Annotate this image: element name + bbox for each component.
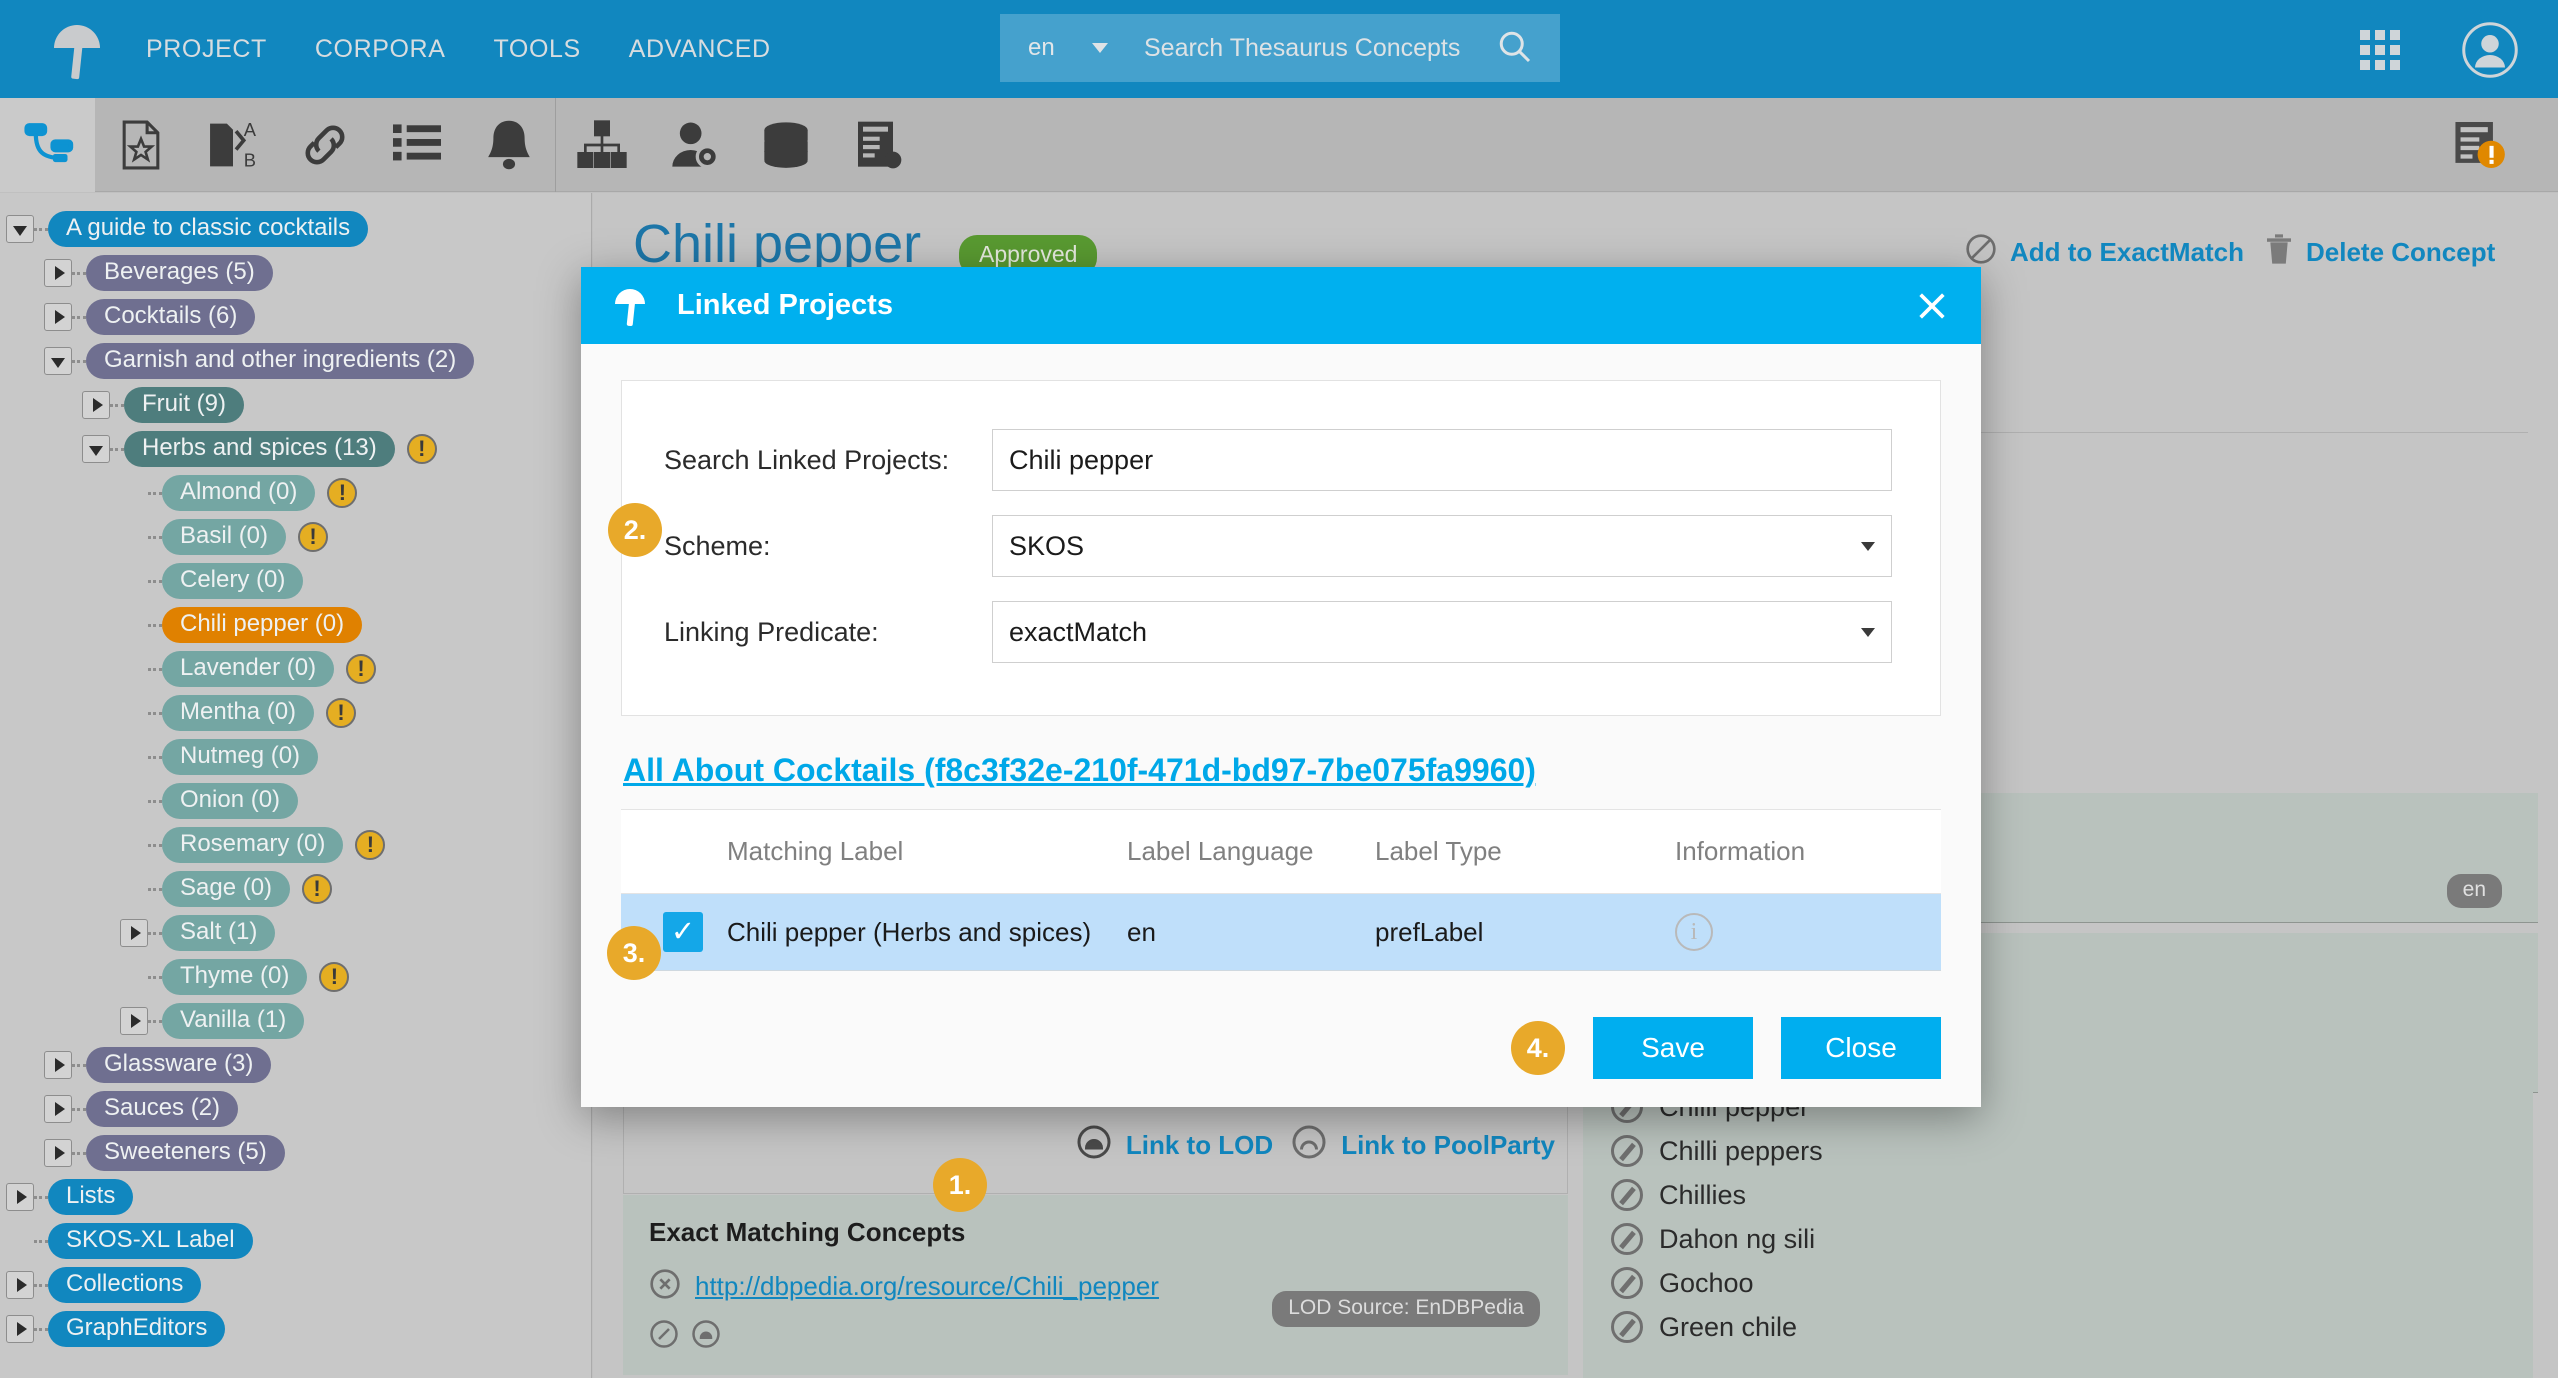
col-header-label-type: Label Type [1375, 810, 1675, 894]
step-badge-1: 1. [933, 1158, 987, 1212]
form-row-search: Search Linked Projects: Chili pepper [622, 417, 1940, 503]
linking-predicate-select[interactable]: exactMatch [992, 601, 1892, 663]
step-badge-4: 4. [1511, 1021, 1565, 1075]
search-linked-projects-input[interactable]: Chili pepper [992, 429, 1892, 491]
cell-matching-label: Chili pepper (Herbs and spices) [727, 894, 1127, 971]
table-header-row: Matching Label Label Language Label Type… [621, 810, 1941, 894]
linking-predicate-value: exactMatch [1009, 617, 1147, 648]
cell-label-language: en [1127, 894, 1375, 971]
dialog-footer: 4. Save Close [581, 989, 1981, 1107]
linked-projects-dialog: Linked Projects 2. Search Linked Project… [581, 267, 1981, 1107]
col-header-select [621, 810, 727, 894]
search-linked-projects-label: Search Linked Projects: [622, 445, 992, 476]
scheme-select[interactable]: SKOS [992, 515, 1892, 577]
linking-predicate-label: Linking Predicate: [622, 617, 992, 648]
save-button[interactable]: Save [1593, 1017, 1753, 1079]
chevron-down-icon [1861, 628, 1875, 637]
search-linked-projects-value: Chili pepper [1009, 445, 1153, 476]
matching-labels-table: Matching Label Label Language Label Type… [621, 809, 1941, 971]
modal-overlay: Linked Projects 2. Search Linked Project… [0, 0, 2558, 1378]
row-checkbox[interactable]: ✓ [663, 912, 703, 952]
info-icon[interactable]: i [1675, 913, 1713, 951]
scheme-label: Scheme: [622, 531, 992, 562]
dialog-title: Linked Projects [677, 289, 893, 322]
col-header-matching-label: Matching Label [727, 810, 1127, 894]
table-row[interactable]: ✓ Chili pepper (Herbs and spices) en pre… [621, 894, 1941, 971]
search-form-card: 2. Search Linked Projects: Chili pepper … [621, 380, 1941, 716]
col-header-label-language: Label Language [1127, 810, 1375, 894]
scheme-value: SKOS [1009, 531, 1084, 562]
poolparty-logo-icon [613, 285, 647, 327]
dialog-body: 2. Search Linked Projects: Chili pepper … [581, 344, 1981, 971]
linked-project-link[interactable]: All About Cocktails (f8c3f32e-210f-471d-… [623, 752, 1941, 789]
chevron-down-icon [1861, 542, 1875, 551]
step-badge-2: 2. [608, 503, 662, 557]
form-row-scheme: Scheme: SKOS [622, 503, 1940, 589]
cell-label-type: prefLabel [1375, 894, 1675, 971]
step-badge-3: 3. [607, 926, 661, 980]
col-header-information: Information [1675, 810, 1941, 894]
close-icon[interactable] [1915, 289, 1949, 323]
form-row-linking-predicate: Linking Predicate: exactMatch [622, 589, 1940, 675]
close-button[interactable]: Close [1781, 1017, 1941, 1079]
dialog-header: Linked Projects [581, 267, 1981, 344]
cell-information: i [1675, 894, 1941, 971]
